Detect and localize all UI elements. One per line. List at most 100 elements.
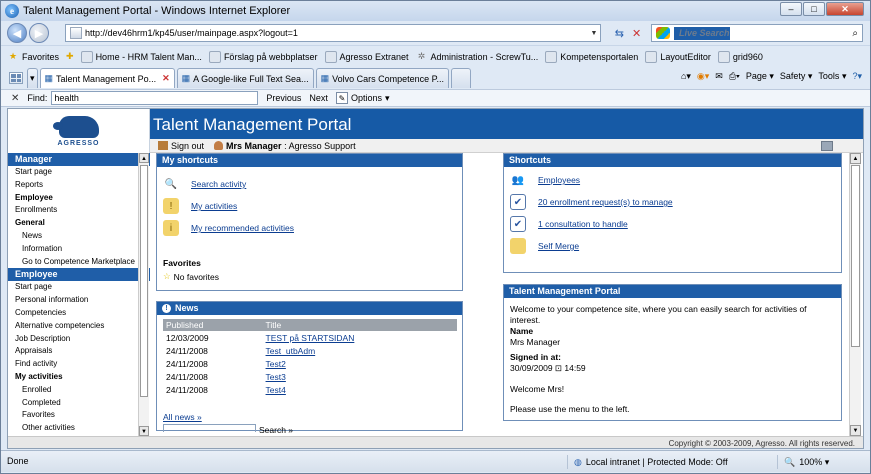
user-icon	[214, 141, 224, 150]
sidebar-item-competencies[interactable]: Competencies	[8, 307, 150, 320]
close-find-icon[interactable]: ✕	[11, 93, 19, 104]
new-tab-button[interactable]	[451, 68, 471, 88]
sidebar-item-personal-information[interactable]: Personal information	[8, 294, 150, 307]
fav-item-kompetensportalen[interactable]: Kompetensportalen	[545, 50, 638, 63]
user-name: Mrs Manager	[226, 140, 282, 151]
search-go-icon[interactable]: ⌕	[852, 28, 858, 39]
news-search-input[interactable]	[163, 424, 256, 432]
status-bar: Done ◍ Local intranet | Protected Mode: O…	[1, 450, 870, 472]
shortcut-search-activity[interactable]: 🔍 Search activity	[163, 176, 247, 192]
find-previous-button[interactable]: Previous	[266, 93, 301, 103]
checklist-icon: ✔	[510, 194, 526, 210]
add-favorites-icon[interactable]: ✚	[66, 51, 74, 62]
news-title-link[interactable]: Test_utbAdm	[263, 344, 457, 357]
sidebar-item-find-activity[interactable]: Find activity	[8, 358, 150, 371]
fav-item-administration[interactable]: ✲ Administration - ScrewTu...	[416, 51, 538, 63]
scroll-up-icon[interactable]: ▲	[850, 153, 861, 164]
sidebar-item-start-page[interactable]: Start page	[8, 281, 150, 294]
maximize-button[interactable]: □	[803, 2, 825, 16]
print-icon[interactable]: ⎙▾	[729, 71, 740, 82]
sign-out-link[interactable]: Sign out	[158, 141, 204, 151]
favorites-bar: ★ Favorites ✚ Home - HRM Talent Man... F…	[1, 45, 870, 67]
find-options-button[interactable]: ✎ Options ▾	[335, 92, 390, 104]
tab-volvo-cars[interactable]: ▦ Volvo Cars Competence P...	[315, 68, 449, 88]
scroll-down-icon[interactable]: ▼	[850, 425, 861, 436]
quick-tabs-icon[interactable]	[9, 72, 23, 84]
sidebar-item-enrollments[interactable]: Enrollments	[8, 204, 150, 217]
stop-icon[interactable]: ✕	[632, 27, 641, 40]
tools-menu[interactable]: Tools ▾	[818, 71, 846, 82]
all-news-link[interactable]: All news »	[163, 412, 202, 422]
fav-item-agresso-extranet[interactable]: Agresso Extranet	[324, 50, 409, 63]
sidebar-item-go-to-competence-marketplace[interactable]: Go to Competence Marketplace	[8, 256, 150, 269]
read-mail-icon[interactable]: ✉	[715, 71, 723, 82]
table-row: 12/03/2009 TEST på STARTSIDAN	[163, 331, 457, 344]
fav-label: LayoutEditor	[660, 51, 711, 62]
main-scrollbar[interactable]: ▲ ▼	[849, 153, 861, 436]
fav-item-home[interactable]: Home - HRM Talent Man...	[80, 50, 202, 63]
sidebar-item-job-description[interactable]: Job Description	[8, 333, 150, 346]
security-zone[interactable]: ◍ Local intranet | Protected Mode: Off	[567, 455, 767, 469]
favorites-star-icon: ★	[8, 51, 18, 61]
back-button[interactable]: ◀	[7, 23, 27, 43]
scroll-thumb[interactable]	[851, 165, 860, 347]
scroll-up-icon[interactable]: ▲	[139, 153, 149, 163]
sidebar-item-alternative-competencies[interactable]: Alternative competencies	[8, 320, 150, 333]
find-input[interactable]	[51, 91, 259, 105]
sidebar-item-start-page[interactable]: Start page	[8, 166, 150, 179]
print-icon[interactable]	[821, 140, 833, 151]
search-box[interactable]: Live Search ⌕	[651, 24, 863, 42]
sidebar-item-my-activities[interactable]: My activities	[8, 371, 150, 384]
safety-menu[interactable]: Safety ▾	[780, 71, 813, 82]
close-button[interactable]: ✕	[826, 2, 864, 16]
shortcut-employees[interactable]: 👥 Employees	[510, 172, 580, 188]
home-icon[interactable]: ⌂▾	[681, 71, 691, 82]
sidebar-item-enrolled[interactable]: Enrolled	[8, 384, 150, 397]
news-title-link[interactable]: TEST på STARTSIDAN	[263, 331, 457, 344]
fav-item-layouteditor[interactable]: LayoutEditor	[645, 50, 711, 63]
find-next-button[interactable]: Next	[309, 93, 328, 103]
sidebar-item-other-activities[interactable]: Other activities	[8, 422, 150, 433]
close-tab-icon[interactable]: ✕	[162, 73, 170, 84]
main-content: My shortcuts 🔍 Search activity ! My activi…	[156, 153, 846, 448]
sidebar-item-general[interactable]: General	[8, 217, 150, 230]
tab-talent-management[interactable]: ▦ Talent Management Po... ✕	[39, 68, 175, 88]
shortcut-self-merge[interactable]: Self Merge	[510, 238, 579, 254]
news-title-link[interactable]: Test2	[263, 357, 457, 370]
sidebar-item-news[interactable]: News	[8, 230, 150, 243]
feeds-icon[interactable]: ◉▾	[697, 71, 709, 82]
fav-item-suggested[interactable]: Förslag på webbplatser	[208, 50, 318, 63]
favorites-button[interactable]: ★ Favorites	[7, 51, 59, 63]
help-icon[interactable]: ?▾	[852, 71, 862, 82]
news-search-button[interactable]: Search »	[259, 425, 293, 435]
scroll-thumb[interactable]	[140, 165, 148, 397]
shortcut-my-activities[interactable]: ! My activities	[163, 198, 237, 214]
ie-icon: e	[5, 4, 19, 18]
shortcut-consultation[interactable]: ✔ 1 consultation to handle	[510, 216, 628, 232]
forward-button[interactable]: ▶	[29, 23, 49, 43]
news-title-link[interactable]: Test4	[263, 383, 457, 396]
sidebar-item-employee[interactable]: Employee	[8, 192, 150, 205]
live-search-icon	[656, 27, 670, 39]
address-bar[interactable]: http://dev46hrm1/kp45/user/mainpage.aspx…	[65, 24, 601, 42]
fav-item-grid960[interactable]: grid960	[717, 50, 763, 63]
sidebar-item-completed[interactable]: Completed	[8, 397, 150, 410]
tab-google-like-search[interactable]: ▦ A Google-like Full Text Sea...	[176, 68, 314, 88]
shortcut-enrollment-requests[interactable]: ✔ 20 enrollment request(s) to manage	[510, 194, 673, 210]
tab-list-dropdown[interactable]: ▾	[27, 68, 38, 88]
scroll-down-icon[interactable]: ▼	[139, 426, 149, 436]
sidebar-item-appraisals[interactable]: Appraisals	[8, 345, 150, 358]
sidebar-item-favorites[interactable]: Favorites	[8, 409, 150, 422]
search-placeholder[interactable]: Live Search	[674, 26, 730, 40]
zoom-control[interactable]: 🔍 100% ▾	[777, 455, 862, 469]
refresh-icon[interactable]: ⇆	[615, 27, 624, 40]
shortcut-recommended[interactable]: i My recommended activities	[163, 220, 294, 236]
sidebar-item-information[interactable]: Information	[8, 243, 150, 256]
minimize-button[interactable]: –	[780, 2, 802, 16]
page-menu[interactable]: Page ▾	[746, 71, 774, 82]
news-title-link[interactable]: Test3	[263, 370, 457, 383]
agresso-logo[interactable]: AGRESSO	[8, 109, 150, 153]
sidebar-item-reports[interactable]: Reports	[8, 179, 150, 192]
address-dropdown-icon[interactable]: ▼	[588, 30, 600, 37]
sidebar-scrollbar[interactable]: ▲ ▼	[138, 153, 149, 436]
